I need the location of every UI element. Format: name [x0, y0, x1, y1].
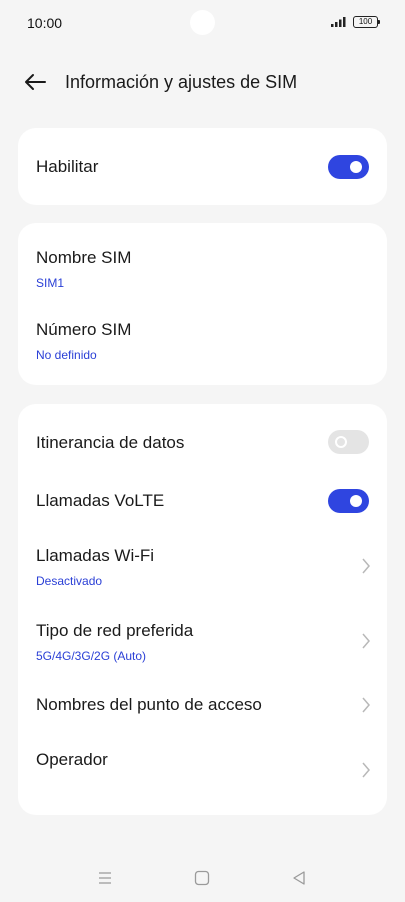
enable-card: Habilitar	[18, 128, 387, 205]
camera-cutout	[190, 10, 215, 35]
sim-number-row[interactable]: Número SIM No definido	[18, 303, 387, 385]
battery-icon: 100	[353, 16, 380, 28]
network-type-value: 5G/4G/3G/2G (Auto)	[36, 649, 147, 663]
status-bar: 10:00 100	[0, 0, 405, 46]
network-type-label: Tipo de red preferida	[36, 621, 194, 640]
wifi-calls-label: Llamadas Wi-Fi	[36, 546, 155, 565]
sim-number-value: No definido	[36, 348, 97, 362]
chevron-right-icon	[362, 633, 370, 649]
toggle-knob	[350, 495, 362, 507]
volte-label: Llamadas VoLTE	[36, 491, 165, 510]
wifi-calls-row[interactable]: Llamadas Wi-Fi Desactivado	[18, 532, 387, 602]
wifi-calls-value: Desactivado	[36, 574, 103, 588]
apn-label: Nombres del punto de acceso	[36, 695, 262, 714]
signal-icon	[331, 17, 346, 27]
enable-toggle[interactable]	[328, 155, 369, 179]
menu-icon[interactable]	[95, 868, 115, 888]
chevron-right-icon	[362, 697, 370, 713]
volte-toggle[interactable]	[328, 489, 369, 513]
sim-info-card: Nombre SIM SIM1 Número SIM No definido	[18, 223, 387, 385]
chevron-right-icon	[362, 762, 370, 778]
data-roaming-label: Itinerancia de datos	[36, 433, 185, 452]
home-icon[interactable]	[192, 868, 212, 888]
arrow-left-icon[interactable]	[24, 72, 46, 92]
operator-label: Operador	[36, 750, 108, 769]
data-roaming-row[interactable]: Itinerancia de datos	[18, 414, 387, 470]
header: Información y ajustes de SIM	[0, 60, 405, 104]
operator-row[interactable]: Operador	[18, 740, 387, 802]
toggle-knob	[350, 161, 362, 173]
enable-row[interactable]: Habilitar	[18, 128, 387, 205]
enable-label: Habilitar	[36, 157, 99, 176]
chevron-right-icon	[362, 558, 370, 574]
network-type-row[interactable]: Tipo de red preferida 5G/4G/3G/2G (Auto)	[18, 607, 387, 677]
page-title: Información y ajustes de SIM	[65, 72, 298, 92]
sim-name-value: SIM1	[36, 276, 65, 290]
volte-row[interactable]: Llamadas VoLTE	[18, 472, 387, 528]
status-time: 10:00	[27, 15, 63, 31]
sim-number-label: Número SIM	[36, 320, 132, 339]
sim-name-row[interactable]: Nombre SIM SIM1	[18, 223, 387, 303]
sim-settings-card: Itinerancia de datos Llamadas VoLTE Llam…	[18, 404, 387, 815]
toggle-knob	[335, 436, 347, 448]
apn-row[interactable]: Nombres del punto de acceso	[18, 682, 387, 738]
back-triangle-icon[interactable]	[289, 868, 309, 888]
data-roaming-toggle[interactable]	[328, 430, 369, 454]
sim-name-label: Nombre SIM	[36, 248, 132, 267]
navigation-bar	[0, 855, 405, 902]
